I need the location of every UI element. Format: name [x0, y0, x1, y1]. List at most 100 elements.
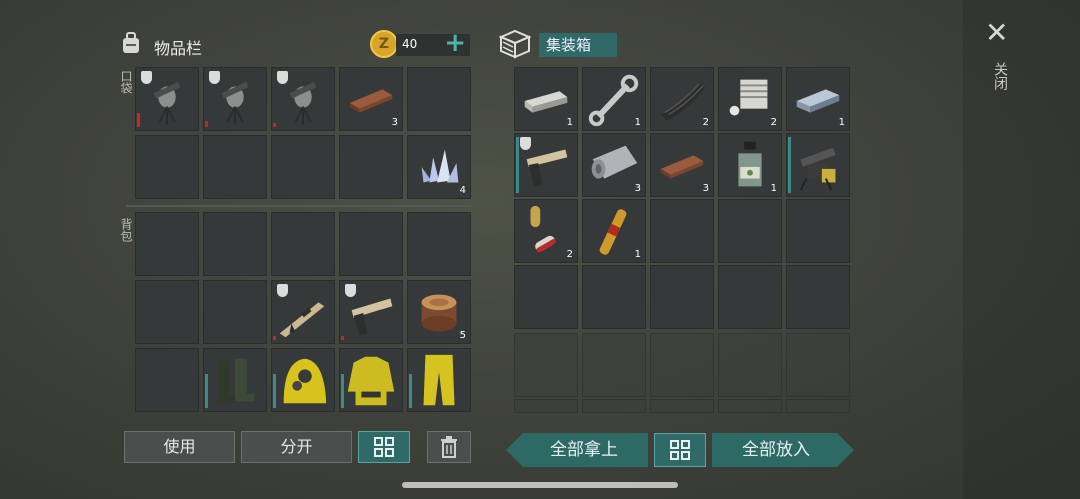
item-count: 5	[459, 330, 466, 341]
item-count: 2	[566, 249, 573, 260]
backpack-slot-hazmat-jacket[interactable]	[339, 348, 403, 412]
close-icon[interactable]: ✕	[985, 16, 1008, 49]
item-count: 1	[838, 117, 845, 128]
use-button[interactable]: 使用	[124, 431, 235, 463]
home-indicator[interactable]	[402, 482, 678, 488]
pocket-slot-empty[interactable]	[203, 135, 267, 199]
container-icon	[497, 27, 533, 59]
container-slot-plank[interactable]: 3	[650, 133, 714, 197]
container-slot-ampoule[interactable]: 1	[582, 199, 646, 263]
trash-button[interactable]	[427, 431, 471, 463]
item-count: 1	[634, 249, 641, 260]
container-slot-engine[interactable]: 2	[718, 67, 782, 131]
container-slot-turret[interactable]	[786, 133, 850, 197]
grid-sort-icon	[374, 437, 394, 457]
container-slot-empty[interactable]	[514, 265, 578, 329]
pocket-slot-empty[interactable]	[407, 67, 471, 131]
durability-bar	[341, 374, 344, 408]
backpack-slot-empty[interactable]	[135, 212, 199, 276]
backpack-slot-empty[interactable]	[203, 280, 267, 344]
grid-sort-icon	[670, 440, 690, 460]
item-count: 2	[770, 117, 777, 128]
backpack-slot-empty[interactable]	[135, 280, 199, 344]
pocket-label: 口袋	[119, 70, 133, 94]
hazmat-hood-icon	[283, 358, 327, 404]
container-slot-pistol[interactable]	[514, 133, 578, 197]
durability-bar	[273, 374, 276, 408]
item-count: 2	[702, 117, 709, 128]
durability-bar	[516, 137, 519, 193]
section-divider	[126, 205, 471, 207]
container-slot-cloth[interactable]: 3	[582, 133, 646, 197]
container-slot-wrench[interactable]: 1	[582, 67, 646, 131]
item-count: 1	[770, 183, 777, 194]
backpack-slot-empty[interactable]	[339, 212, 403, 276]
backpack-slot-hazmat-hood[interactable]	[271, 348, 335, 412]
sort-inventory-button[interactable]	[358, 431, 410, 463]
container-slot-pills[interactable]: 2	[514, 199, 578, 263]
durability-bar	[788, 137, 791, 193]
sort-container-button[interactable]	[654, 433, 706, 467]
backpack-slot-empty[interactable]	[203, 212, 267, 276]
container-slot-locked	[514, 399, 578, 413]
durability-bar	[137, 113, 140, 127]
container-slot-locked	[786, 399, 850, 413]
backpack-slot-empty[interactable]	[407, 212, 471, 276]
container-slot-locked	[718, 333, 782, 397]
backpack-slot-empty[interactable]	[271, 212, 335, 276]
pocket-slot-empty[interactable]	[271, 135, 335, 199]
turret-icon	[799, 147, 836, 191]
container-slot-locked	[514, 333, 578, 397]
close-panel	[963, 0, 1080, 499]
put-all-button[interactable]: 全部放入	[712, 433, 854, 467]
boots-icon	[217, 358, 255, 404]
container-slot-rubber[interactable]: 2	[650, 67, 714, 131]
backpack-slot-empty[interactable]	[135, 348, 199, 412]
backpack-slot-log[interactable]: 5	[407, 280, 471, 344]
durability-bar	[341, 336, 344, 340]
close-label[interactable]: 关闭	[990, 62, 1010, 90]
backpack-slot-rifle[interactable]	[271, 280, 335, 344]
container-slot-locked	[786, 333, 850, 397]
pocket-slot-plank[interactable]: 3	[339, 67, 403, 131]
container-slot-iron[interactable]: 1	[786, 67, 850, 131]
pocket-slot-turret-2[interactable]	[203, 67, 267, 131]
shield-icon	[345, 284, 356, 297]
trash-icon	[441, 436, 457, 458]
item-count: 1	[634, 117, 641, 128]
container-slot-jar[interactable]: 1	[718, 133, 782, 197]
backpack-slot-pistol[interactable]	[339, 280, 403, 344]
durability-bar	[205, 374, 208, 408]
shield-icon	[209, 71, 220, 84]
coin-count: 40	[402, 37, 418, 51]
shield-icon	[141, 71, 152, 84]
container-slot-empty[interactable]	[718, 265, 782, 329]
container-slot-empty[interactable]	[650, 265, 714, 329]
shield-icon	[277, 284, 288, 297]
container-slot-locked	[718, 399, 782, 413]
pocket-slot-crystal[interactable]: 4	[407, 135, 471, 199]
split-button[interactable]: 分开	[241, 431, 352, 463]
add-coins-button[interactable]: +	[444, 28, 466, 58]
item-count: 4	[459, 185, 466, 196]
container-slot-empty[interactable]	[786, 199, 850, 263]
backpack-slot-boots[interactable]	[203, 348, 267, 412]
container-slot-empty[interactable]	[786, 265, 850, 329]
container-title: 集装箱	[539, 33, 617, 57]
container-slot-empty[interactable]	[718, 199, 782, 263]
container-slot-empty[interactable]	[650, 199, 714, 263]
backpack-slot-hazmat-pants[interactable]	[407, 348, 471, 412]
pocket-slot-empty[interactable]	[339, 135, 403, 199]
pocket-slot-empty[interactable]	[135, 135, 199, 199]
container-slot-locked	[582, 399, 646, 413]
container-slot-ingot[interactable]: 1	[514, 67, 578, 131]
item-count: 3	[391, 117, 398, 128]
pocket-slot-turret-1[interactable]	[135, 67, 199, 131]
container-slot-locked	[650, 399, 714, 413]
container-slot-empty[interactable]	[582, 265, 646, 329]
durability-bar	[273, 123, 276, 127]
durability-bar	[205, 121, 208, 127]
pocket-slot-turret-3[interactable]	[271, 67, 335, 131]
backpack-icon	[118, 30, 144, 56]
take-all-button[interactable]: 全部拿上	[506, 433, 648, 467]
